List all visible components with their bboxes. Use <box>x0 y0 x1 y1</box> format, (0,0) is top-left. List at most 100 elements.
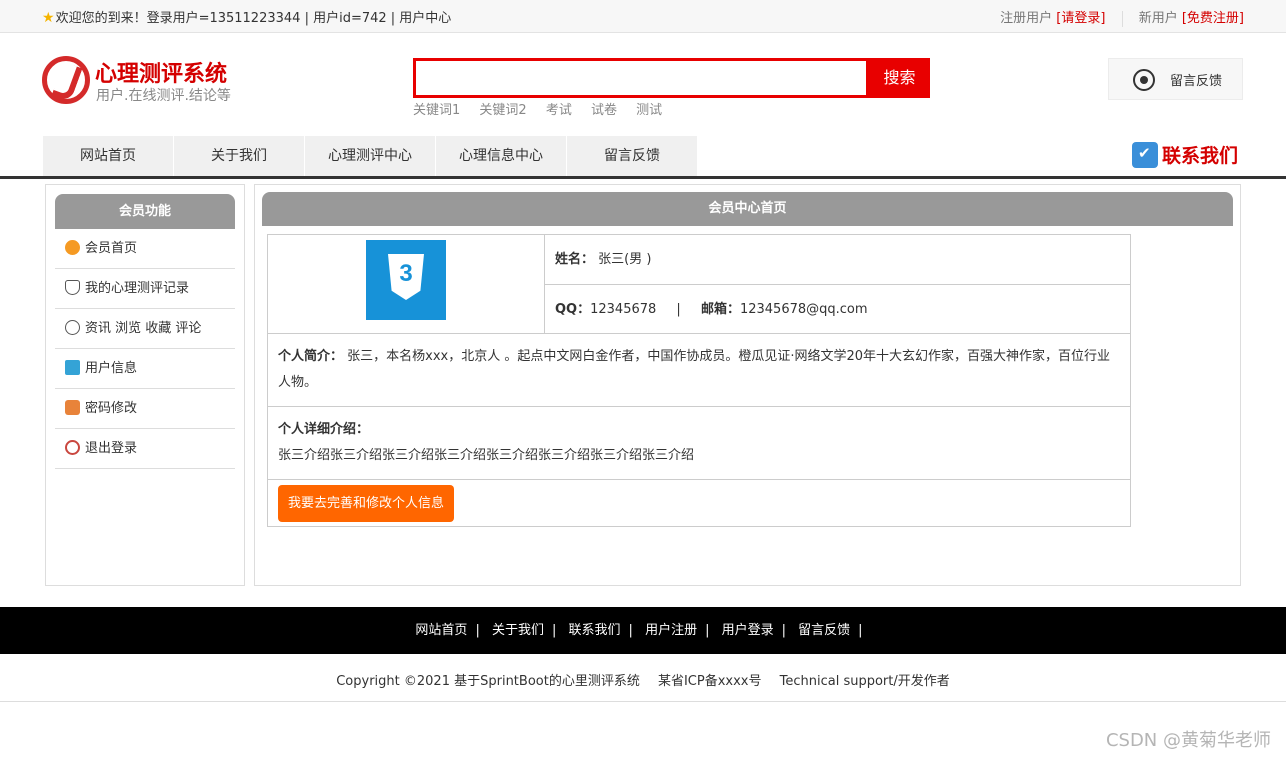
copyright: Copyright ©2021 基于SprintBoot的心里测评系统 某省IC… <box>0 670 1286 689</box>
icp-text: 某省ICP备xxxx号 <box>657 674 762 689</box>
email-value: 12345678@qq.com <box>739 302 868 317</box>
clock-icon <box>65 320 80 335</box>
avatar-glyph: 3 <box>399 260 413 287</box>
footer-link-contact[interactable]: 联系我们 <box>569 623 621 638</box>
detail-value: 张三介绍张三介绍张三介绍张三介绍张三介绍张三介绍张三介绍张三介绍 <box>278 448 695 463</box>
intro-label: 个人简介： <box>278 349 344 364</box>
footer-link-register[interactable]: 用户注册 <box>645 623 697 638</box>
sidebar-item-member-home[interactable]: 会员首页 <box>55 229 235 269</box>
power-icon <box>65 440 80 455</box>
feedback-label: 留言反馈 <box>1170 74 1223 89</box>
welcome-text: ★欢迎您的到来！登录用户=13511223344 | 用户id=742 | 用户… <box>42 7 451 26</box>
keyword-link[interactable]: 试卷 <box>591 103 617 118</box>
footer-pipe: | <box>781 623 787 638</box>
register-link[interactable]: [免费注册] <box>1182 11 1244 26</box>
nav-assessment-center[interactable]: 心理测评中心 <box>305 136 436 176</box>
css3-icon: 3 <box>388 254 424 300</box>
sidebar-item-label: 用户信息 <box>85 361 138 376</box>
footer-link-about[interactable]: 关于我们 <box>492 623 544 638</box>
detail-row: 个人详细介绍： 张三介绍张三介绍张三介绍张三介绍张三介绍张三介绍张三介绍张三介绍 <box>268 407 1130 480</box>
divider <box>1121 10 1123 27</box>
main-nav: 网站首页 关于我们 心理测评中心 心理信息中心 留言反馈 <box>43 136 698 176</box>
footer-divider <box>0 701 1286 702</box>
account-links: 注册用户 [请登录] 新用户 [免费注册] <box>1000 7 1244 27</box>
footer-pipe: | <box>628 623 633 638</box>
footer-link-login[interactable]: 用户登录 <box>722 623 774 638</box>
sidebar-item-label: 资讯 浏览 收藏 评论 <box>85 321 202 336</box>
sidebar-item-records[interactable]: 我的心理测评记录 <box>55 269 235 309</box>
nav-about[interactable]: 关于我们 <box>174 136 305 176</box>
footer-nav: 网站首页 | 关于我们 | 联系我们 | 用户注册 | 用户登录 | 留言反馈 | <box>0 607 1286 654</box>
nav-divider <box>0 176 1286 179</box>
feedback-button[interactable]: 留言反馈 <box>1108 58 1243 100</box>
new-user-label: 新用户 <box>1138 11 1178 26</box>
lock-icon <box>65 400 80 415</box>
email-label: 邮箱： <box>700 302 740 317</box>
site-logo[interactable] <box>42 56 90 104</box>
record-icon <box>65 280 80 295</box>
sidebar-item-label: 我的心理测评记录 <box>85 281 190 296</box>
nav-home[interactable]: 网站首页 <box>43 136 174 176</box>
detail-label: 个人详细介绍： <box>278 422 370 437</box>
footer-pipe: | <box>858 623 863 638</box>
home-icon <box>65 240 80 255</box>
contact-icon <box>1132 141 1158 168</box>
contact-us-link[interactable]: 联系我们 <box>1132 141 1238 171</box>
qq-label: QQ： <box>555 302 591 317</box>
sidebar-menu: 会员首页 我的心理测评记录 资讯 浏览 收藏 评论 用户信息 密码修改 退出登录 <box>55 229 235 469</box>
profile-table: 3 姓名： 张三(男 ) QQ：12345678 | 邮箱：12345678@q… <box>267 234 1131 527</box>
footer-link-feedback[interactable]: 留言反馈 <box>798 623 850 638</box>
details-cell: 姓名： 张三(男 ) QQ：12345678 | 邮箱：12345678@qq.… <box>545 235 1130 333</box>
keyword-link[interactable]: 测试 <box>636 103 662 118</box>
login-link[interactable]: [请登录] <box>1056 11 1105 26</box>
keyword-link[interactable]: 关键词1 <box>413 103 460 118</box>
intro-row: 个人简介： 张三，本名杨xxx，北京人 。起点中文网白金作者，中国作协成员。橙瓜… <box>268 334 1130 407</box>
footer-pipe: | <box>551 623 557 638</box>
qq-value: 12345678 <box>590 302 657 317</box>
search-input[interactable] <box>416 61 866 95</box>
sidebar-item-news[interactable]: 资讯 浏览 收藏 评论 <box>55 309 235 349</box>
footer-link-home[interactable]: 网站首页 <box>415 623 467 638</box>
sidebar-item-password[interactable]: 密码修改 <box>55 389 235 429</box>
welcome-label: 欢迎您的到来！登录用户=13511223344 | 用户id=742 | 用户中… <box>55 11 452 26</box>
star-icon: ★ <box>42 10 55 26</box>
page-title: 会员中心首页 <box>262 192 1233 226</box>
sidebar-item-user-info[interactable]: 用户信息 <box>55 349 235 389</box>
watermark: CSDN @黄菊华老师 <box>1105 730 1271 751</box>
footer-pipe: | <box>705 623 710 638</box>
action-row: 我要去完善和修改个人信息 <box>268 480 1130 526</box>
headset-icon <box>1133 69 1155 91</box>
site-subtitle: 用户.在线测评.结论等 <box>96 88 231 104</box>
edit-profile-button[interactable]: 我要去完善和修改个人信息 <box>278 485 455 522</box>
name-value: 张三(男 ) <box>598 252 652 267</box>
avatar-cell: 3 <box>268 235 545 333</box>
register-user-label: 注册用户 <box>1000 11 1053 26</box>
intro-value: 张三，本名杨xxx，北京人 。起点中文网白金作者，中国作协成员。橙瓜见证·网络文… <box>278 349 1111 390</box>
search-box <box>413 58 869 98</box>
contact-label: 联系我们 <box>1162 145 1239 167</box>
contact-row: QQ：12345678 | 邮箱：12345678@qq.com <box>545 284 1130 333</box>
main-panel: 会员中心首页 3 姓名： 张三(男 ) QQ：12345678 | 邮箱：123… <box>254 184 1241 586</box>
avatar: 3 <box>366 240 446 320</box>
copyright-text: Copyright ©2021 基于SprintBoot的心里测评系统 <box>336 674 640 689</box>
name-label: 姓名： <box>555 252 595 267</box>
sidebar-item-label: 退出登录 <box>85 441 138 456</box>
support-text: Technical support/开发作者 <box>779 674 950 689</box>
user-info-icon <box>65 360 80 375</box>
sidebar-title: 会员功能 <box>55 194 235 229</box>
keyword-link[interactable]: 考试 <box>546 103 572 118</box>
site-title: 心理测评系统 <box>95 62 228 87</box>
top-bar: ★欢迎您的到来！登录用户=13511223344 | 用户id=742 | 用户… <box>0 0 1286 33</box>
contact-divider: | <box>676 302 681 317</box>
keyword-link[interactable]: 关键词2 <box>479 103 526 118</box>
nav-info-center[interactable]: 心理信息中心 <box>436 136 567 176</box>
nav-feedback[interactable]: 留言反馈 <box>567 136 698 176</box>
name-row: 姓名： 张三(男 ) <box>545 235 1130 284</box>
hot-keywords: 关键词1 关键词2 考试 试卷 测试 <box>413 99 677 118</box>
search-button[interactable]: 搜索 <box>869 58 930 98</box>
sidebar-item-label: 密码修改 <box>85 401 138 416</box>
footer-pipe: | <box>475 623 480 638</box>
profile-summary-row: 3 姓名： 张三(男 ) QQ：12345678 | 邮箱：12345678@q… <box>268 235 1130 334</box>
sidebar-item-logout[interactable]: 退出登录 <box>55 429 235 469</box>
member-sidebar: 会员功能 会员首页 我的心理测评记录 资讯 浏览 收藏 评论 用户信息 密码修改… <box>45 184 245 586</box>
